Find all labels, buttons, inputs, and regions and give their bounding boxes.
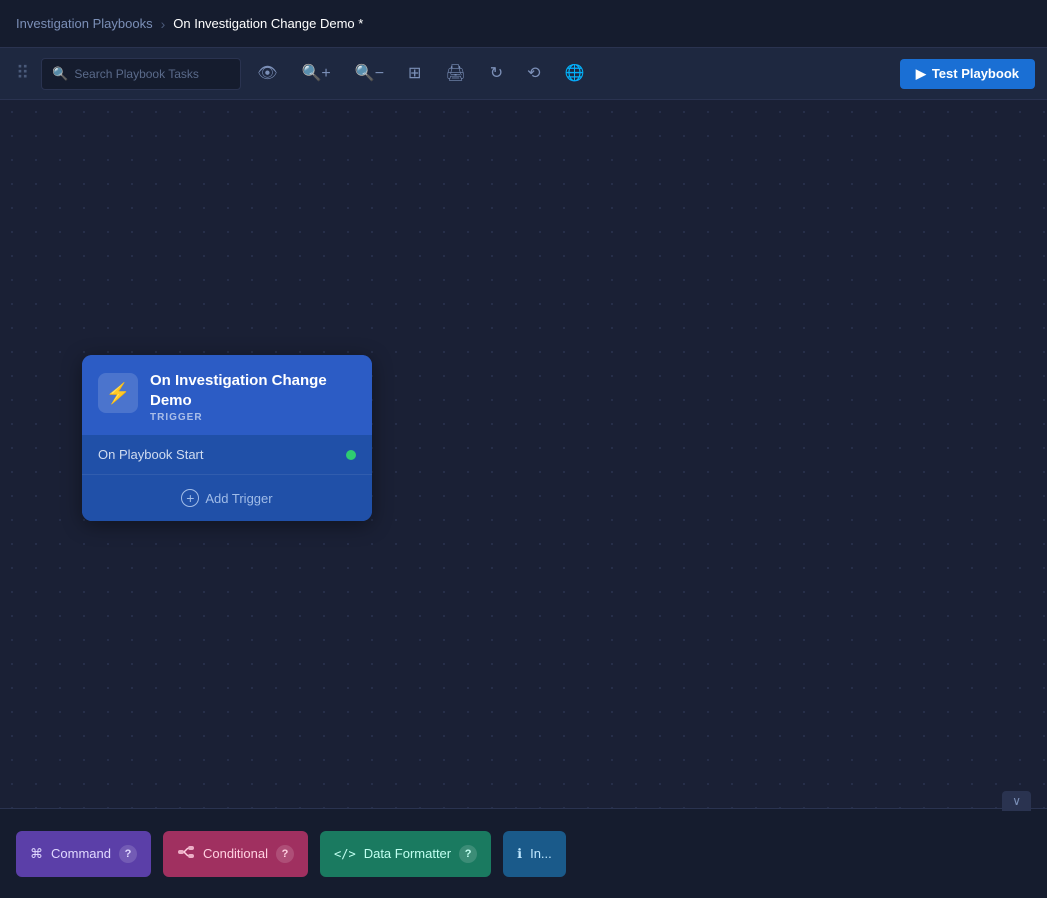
refresh-button[interactable]: ↻ xyxy=(482,60,511,88)
conditional-icon xyxy=(177,843,195,864)
trigger-lightning-icon: ⚡ xyxy=(98,373,138,413)
conditional-help-icon[interactable]: ? xyxy=(276,845,294,863)
trigger-row-label: On Playbook Start xyxy=(98,447,204,462)
nav-investigation-playbooks[interactable]: Investigation Playbooks xyxy=(16,16,153,31)
test-playbook-button[interactable]: ▶ Test Playbook xyxy=(900,59,1035,89)
command-help-icon[interactable]: ? xyxy=(119,845,137,863)
search-icon: 🔍 xyxy=(52,66,68,82)
top-nav: Investigation Playbooks › On Investigati… xyxy=(0,0,1047,48)
trigger-header: ⚡ On Investigation Change Demo TRIGGER xyxy=(82,355,372,435)
formatter-icon: </> xyxy=(334,847,356,861)
chevron-down-icon: ∨ xyxy=(1012,794,1021,808)
other-icon: ℹ xyxy=(517,846,522,862)
trigger-title: On Investigation Change Demo xyxy=(150,371,356,410)
trigger-subtitle: TRIGGER xyxy=(150,412,356,423)
test-playbook-label: Test Playbook xyxy=(932,66,1019,81)
other-label: In... xyxy=(530,846,552,861)
trigger-row-playbook-start[interactable]: On Playbook Start xyxy=(82,435,372,475)
formatter-label: Data Formatter xyxy=(364,846,451,861)
conditional-label: Conditional xyxy=(203,846,268,861)
trigger-node[interactable]: ⚡ On Investigation Change Demo TRIGGER O… xyxy=(82,355,372,521)
visibility-toggle-button[interactable]: 👁 xyxy=(249,60,285,88)
trigger-body: On Playbook Start + Add Trigger xyxy=(82,435,372,521)
globe-button[interactable]: 🌐 xyxy=(557,60,593,88)
nav-separator: › xyxy=(161,16,166,32)
command-icon: ⌘ xyxy=(30,846,43,862)
add-trigger-label: Add Trigger xyxy=(205,491,272,506)
add-trigger-button[interactable]: + Add Trigger xyxy=(82,475,372,521)
formatter-help-icon[interactable]: ? xyxy=(459,845,477,863)
zoom-out-button[interactable]: 🔍− xyxy=(347,60,392,88)
nav-current-page: On Investigation Change Demo * xyxy=(173,16,363,31)
palette-item-other[interactable]: ℹ In... xyxy=(503,831,566,877)
palette-expand-button[interactable]: ∨ xyxy=(1002,791,1031,811)
bottom-palette: ∨ ⌘ Command ? Conditional ? </> Data F xyxy=(0,808,1047,898)
fit-screen-button[interactable]: ⊞ xyxy=(400,60,429,88)
search-input[interactable] xyxy=(74,67,214,81)
zoom-in-button[interactable]: 🔍+ xyxy=(294,60,339,88)
reset-button[interactable]: ⟲ xyxy=(519,60,548,88)
play-icon: ▶ xyxy=(916,66,926,82)
print-button[interactable]: 🖨 xyxy=(437,60,473,88)
palette-item-data-formatter[interactable]: </> Data Formatter ? xyxy=(320,831,491,877)
add-trigger-circle-icon: + xyxy=(181,489,199,507)
command-label: Command xyxy=(51,846,111,861)
canvas: ⚡ On Investigation Change Demo TRIGGER O… xyxy=(0,100,1047,898)
palette-item-conditional[interactable]: Conditional ? xyxy=(163,831,308,877)
trigger-connection-dot[interactable] xyxy=(346,450,356,460)
toolbar: ⠿ 🔍 👁 🔍+ 🔍− ⊞ 🖨 ↻ ⟲ 🌐 ▶ Test Playbook xyxy=(0,48,1047,100)
trigger-title-block: On Investigation Change Demo TRIGGER xyxy=(150,371,356,423)
palette-item-command[interactable]: ⌘ Command ? xyxy=(16,831,151,877)
search-box: 🔍 xyxy=(41,58,241,90)
drag-handle-icon[interactable]: ⠿ xyxy=(12,59,33,88)
